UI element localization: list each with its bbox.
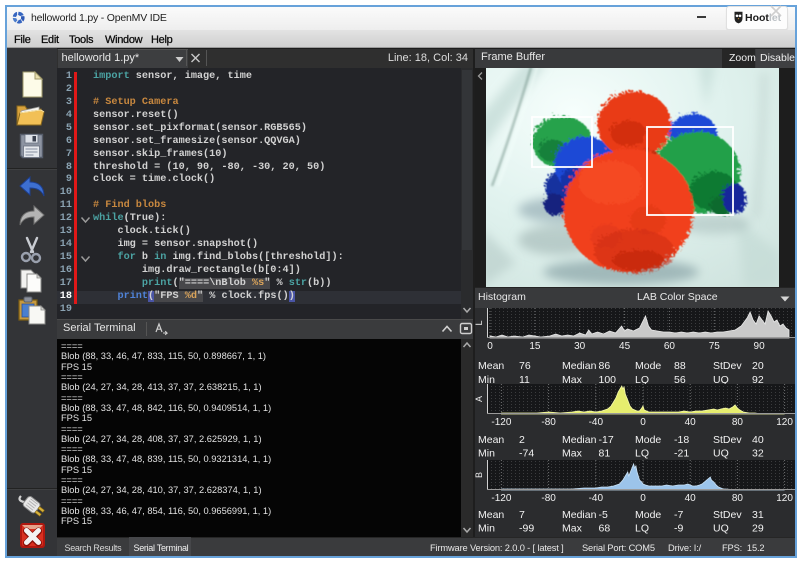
svg-text:120: 120 bbox=[776, 493, 793, 504]
svg-text:B: B bbox=[475, 472, 484, 478]
svg-text:2: 2 bbox=[519, 434, 525, 446]
svg-text:120: 120 bbox=[776, 417, 793, 428]
svg-text:76: 76 bbox=[519, 360, 531, 372]
svg-text:StDev: StDev bbox=[713, 360, 742, 372]
svg-text:Median: Median bbox=[562, 434, 597, 446]
svg-text:31: 31 bbox=[752, 509, 764, 521]
svg-text:-9: -9 bbox=[674, 523, 683, 535]
svg-text:86: 86 bbox=[599, 360, 611, 372]
svg-text:Mode: Mode bbox=[635, 509, 661, 521]
svg-text:Max: Max bbox=[562, 523, 583, 535]
svg-text:45: 45 bbox=[619, 341, 631, 352]
svg-text:0: 0 bbox=[487, 341, 493, 352]
svg-text:Mode: Mode bbox=[635, 434, 661, 446]
svg-text:-40: -40 bbox=[589, 493, 604, 504]
svg-text:LQ: LQ bbox=[635, 448, 649, 460]
svg-text:Median: Median bbox=[562, 509, 597, 521]
svg-text:80: 80 bbox=[732, 493, 744, 504]
svg-text:75: 75 bbox=[709, 341, 721, 352]
svg-text:40: 40 bbox=[685, 493, 697, 504]
svg-text:Max: Max bbox=[562, 448, 583, 460]
svg-text:0: 0 bbox=[640, 417, 646, 428]
svg-text:90: 90 bbox=[754, 341, 766, 352]
svg-text:-21: -21 bbox=[674, 448, 689, 460]
svg-text:0: 0 bbox=[640, 493, 646, 504]
svg-text:L: L bbox=[475, 320, 484, 325]
svg-text:UQ: UQ bbox=[713, 448, 729, 460]
svg-text:Mean: Mean bbox=[478, 509, 504, 521]
svg-text:StDev: StDev bbox=[713, 509, 742, 521]
svg-text:20: 20 bbox=[752, 360, 764, 372]
svg-text:7: 7 bbox=[519, 509, 525, 521]
svg-text:-99: -99 bbox=[519, 523, 534, 535]
svg-text:-120: -120 bbox=[491, 493, 511, 504]
svg-text:30: 30 bbox=[574, 341, 586, 352]
svg-text:80: 80 bbox=[732, 417, 744, 428]
svg-text:UQ: UQ bbox=[713, 523, 729, 535]
svg-text:StDev: StDev bbox=[713, 434, 742, 446]
svg-text:-80: -80 bbox=[541, 417, 556, 428]
svg-text:15: 15 bbox=[529, 341, 541, 352]
svg-text:32: 32 bbox=[752, 448, 764, 460]
svg-text:A: A bbox=[475, 396, 484, 402]
svg-text:-5: -5 bbox=[599, 509, 608, 521]
svg-text:-80: -80 bbox=[541, 493, 556, 504]
svg-text:40: 40 bbox=[685, 417, 697, 428]
svg-text:LQ: LQ bbox=[635, 523, 649, 535]
svg-text:29: 29 bbox=[752, 523, 764, 535]
svg-text:-40: -40 bbox=[589, 417, 604, 428]
svg-text:81: 81 bbox=[599, 448, 611, 460]
svg-text:40: 40 bbox=[752, 434, 764, 446]
svg-text:-18: -18 bbox=[674, 434, 689, 446]
svg-text:68: 68 bbox=[599, 523, 611, 535]
svg-text:Min: Min bbox=[478, 448, 495, 460]
svg-text:-7: -7 bbox=[674, 509, 683, 521]
svg-text:-74: -74 bbox=[519, 448, 534, 460]
svg-text:Min: Min bbox=[478, 523, 495, 535]
svg-text:60: 60 bbox=[664, 341, 676, 352]
svg-text:Mean: Mean bbox=[478, 434, 504, 446]
svg-text:Mode: Mode bbox=[635, 360, 661, 372]
svg-text:-17: -17 bbox=[599, 434, 614, 446]
svg-text:-120: -120 bbox=[491, 417, 511, 428]
svg-text:Median: Median bbox=[562, 360, 597, 372]
svg-text:Mean: Mean bbox=[478, 360, 504, 372]
svg-text:88: 88 bbox=[674, 360, 686, 372]
